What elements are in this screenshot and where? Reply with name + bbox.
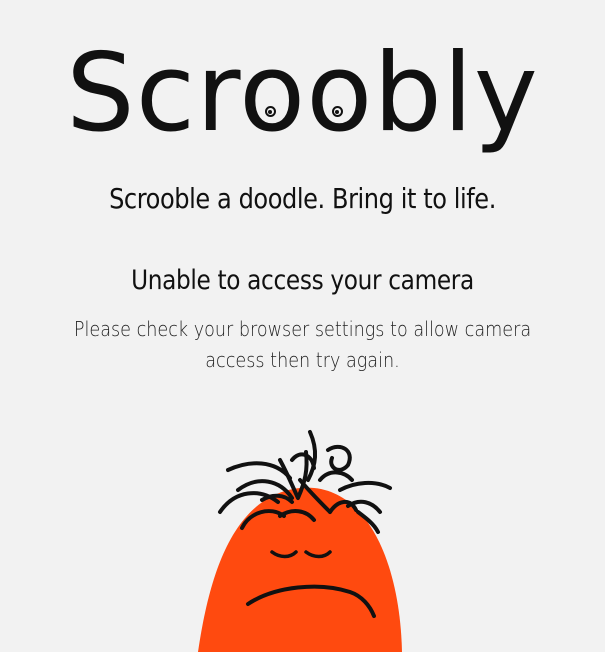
error-message: Please check your browser settings to al… [73,317,532,372]
logo-eye-icon [264,106,276,117]
logo-eye-icon [331,106,343,117]
tagline: Scrooble a doodle. Bring it to life. [109,182,496,215]
logo-text: Scro o bly [66,31,539,156]
sad-doodle-mascot-icon [198,430,402,652]
camera-error-page: Scro o bly Scrooble a doodle. Bring it to … [0,0,605,652]
error-title: Unable to access your camera [131,265,474,296]
logo: Scro o bly [0,40,605,180]
